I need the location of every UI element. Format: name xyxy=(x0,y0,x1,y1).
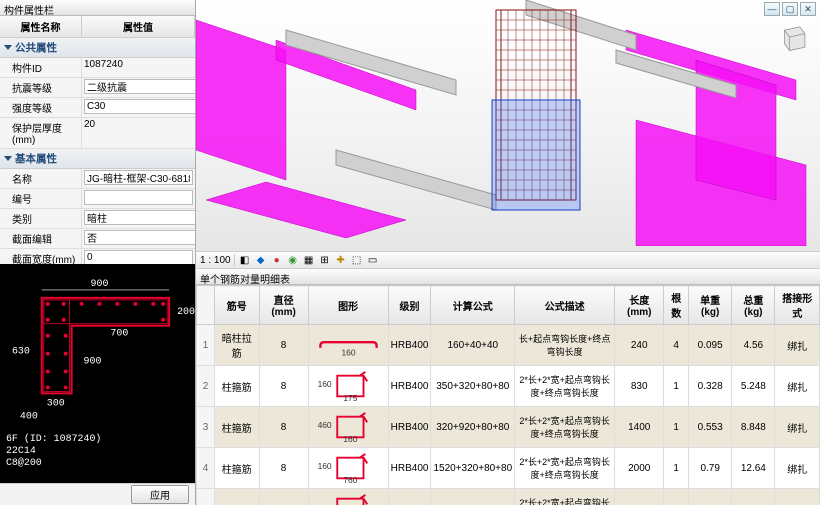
shape-icon: 160 760 xyxy=(311,451,386,485)
tool-icon[interactable]: ▦ xyxy=(302,253,316,267)
shape-icon: 160 xyxy=(311,328,386,362)
label-seismic: 抗震等级 xyxy=(0,78,82,97)
col-qty[interactable]: 根数 xyxy=(664,286,689,325)
model-view xyxy=(196,0,820,246)
svg-text:400: 400 xyxy=(20,410,38,421)
tool-icon[interactable]: ▭ xyxy=(366,253,380,267)
tool-icon[interactable]: ◆ xyxy=(254,253,268,267)
tool-icon[interactable]: ⊞ xyxy=(318,253,332,267)
shape-icon: 160 175 xyxy=(311,369,386,403)
svg-text:C8@200: C8@200 xyxy=(6,457,42,468)
col-len[interactable]: 长度(mm) xyxy=(615,286,664,325)
label-name: 名称 xyxy=(0,169,82,188)
scale-label: 1 : 100 xyxy=(200,255,231,266)
3d-viewport[interactable]: — ▢ ✕ xyxy=(196,0,820,251)
col-dia[interactable]: 直径(mm) xyxy=(259,286,308,325)
panel-title: 构件属性栏 xyxy=(0,0,195,16)
svg-text:900: 900 xyxy=(91,278,109,289)
col-grade[interactable]: 级别 xyxy=(388,286,431,325)
svg-text:160: 160 xyxy=(343,434,357,444)
svg-text:460: 460 xyxy=(317,420,331,430)
close-button[interactable]: ✕ xyxy=(800,2,816,16)
svg-text:175: 175 xyxy=(343,393,357,403)
maximize-button[interactable]: ▢ xyxy=(782,2,798,16)
property-header: 属性名称 属性值 xyxy=(0,16,195,38)
svg-text:6F (ID: 1087240): 6F (ID: 1087240) xyxy=(6,433,101,444)
table-row[interactable]: 5 柱箍筋 8 HRB400 320+1720+80+80 2*长+2*宽+起点… xyxy=(197,489,820,505)
group-public[interactable]: 公共属性 xyxy=(0,38,195,58)
label-edit: 截面编辑 xyxy=(0,229,82,248)
label-w: 截面宽度(mm) xyxy=(0,249,82,264)
col-name[interactable]: 筋号 xyxy=(215,286,260,325)
shape-icon xyxy=(311,492,386,505)
svg-text:22C14: 22C14 xyxy=(6,445,36,456)
caret-down-icon xyxy=(4,156,12,161)
w-input[interactable] xyxy=(84,250,193,264)
status-bar: 1 : 100 ◧ ◆ ● ◉ ▦ ⊞ ✚ ⬚ ▭ xyxy=(196,251,820,269)
col-total[interactable]: 总重(kg) xyxy=(732,286,775,325)
strength-combo[interactable] xyxy=(84,99,195,114)
cat-combo[interactable] xyxy=(84,210,195,225)
tool-icon[interactable]: ✚ xyxy=(334,253,348,267)
label-id: 构件ID xyxy=(0,58,82,77)
section-diagram: 900 200 700 630 900 xyxy=(0,264,195,483)
name-input[interactable] xyxy=(84,170,193,185)
svg-text:630: 630 xyxy=(12,346,30,357)
property-panel: 构件属性栏 属性名称 属性值 公共属性 构件ID1087240 抗震等级 强度等… xyxy=(0,0,196,505)
col-formula[interactable]: 计算公式 xyxy=(431,286,515,325)
minimize-button[interactable]: — xyxy=(764,2,780,16)
col-desc[interactable]: 公式描述 xyxy=(515,286,615,325)
shape-icon: 460 160 xyxy=(311,410,386,444)
edit-combo[interactable] xyxy=(84,230,195,245)
col-conn[interactable]: 搭接形式 xyxy=(775,286,820,325)
tool-icon[interactable]: ⬚ xyxy=(350,253,364,267)
header-value: 属性值 xyxy=(82,16,195,37)
tool-icon[interactable]: ◉ xyxy=(286,253,300,267)
svg-text:160: 160 xyxy=(341,347,355,357)
svg-text:900: 900 xyxy=(84,356,102,367)
value-cover[interactable]: 20 xyxy=(82,118,195,148)
apply-button[interactable]: 应用 xyxy=(131,485,189,504)
label-cover: 保护层厚度(mm) xyxy=(0,118,82,148)
view-cube[interactable] xyxy=(776,20,810,54)
table-row[interactable]: 2 柱箍筋 8 160175 HRB400 350+320+80+80 2*长+… xyxy=(197,366,820,407)
label-code: 编号 xyxy=(0,189,82,208)
label-cat: 类别 xyxy=(0,209,82,228)
rebar-table[interactable]: 筋号 直径(mm) 图形 级别 计算公式 公式描述 长度(mm) 根数 单重(k… xyxy=(196,285,820,505)
table-title: 单个钢筋对量明细表 xyxy=(196,269,820,285)
tool-icon[interactable]: ● xyxy=(270,253,284,267)
svg-text:200: 200 xyxy=(177,306,195,317)
svg-text:700: 700 xyxy=(110,328,128,339)
svg-text:760: 760 xyxy=(343,475,357,485)
header-name: 属性名称 xyxy=(0,16,82,37)
value-id: 1087240 xyxy=(82,58,195,77)
apply-bar: 应用 xyxy=(0,483,195,505)
svg-text:160: 160 xyxy=(317,461,331,471)
col-unit[interactable]: 单重(kg) xyxy=(689,286,732,325)
table-row[interactable]: 1 暗柱拉筋 8 160 HRB400 160+40+40 长+起点弯钩长度+终… xyxy=(197,325,820,366)
code-input[interactable] xyxy=(84,190,193,205)
svg-text:160: 160 xyxy=(317,379,331,389)
svg-text:300: 300 xyxy=(47,397,65,408)
table-row[interactable]: 3 柱箍筋 8 460160 HRB400 320+920+80+80 2*长+… xyxy=(197,407,820,448)
tool-icon[interactable]: ◧ xyxy=(238,253,252,267)
table-row[interactable]: 4 柱箍筋 8 160760 HRB400 1520+320+80+80 2*长… xyxy=(197,448,820,489)
caret-down-icon xyxy=(4,45,12,50)
group-basic[interactable]: 基本属性 xyxy=(0,149,195,169)
property-scroll[interactable]: 公共属性 构件ID1087240 抗震等级 强度等级 保护层厚度(mm)20 基… xyxy=(0,38,195,264)
label-strength: 强度等级 xyxy=(0,98,82,117)
seismic-combo[interactable] xyxy=(84,79,195,94)
window-controls: — ▢ ✕ xyxy=(764,2,816,16)
col-shape[interactable]: 图形 xyxy=(308,286,388,325)
